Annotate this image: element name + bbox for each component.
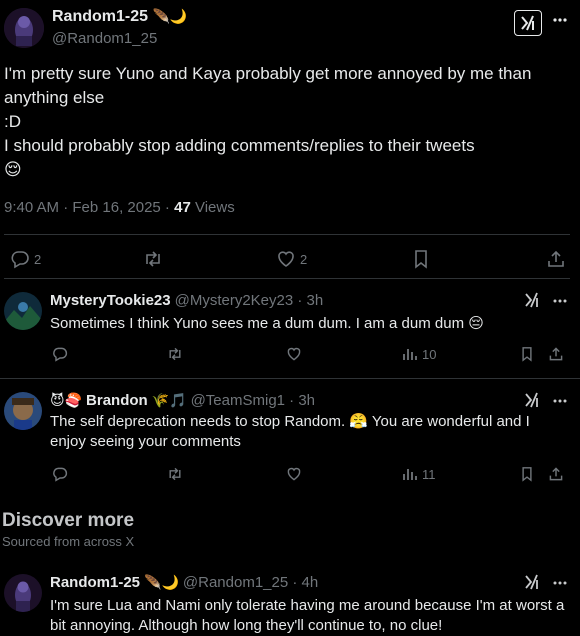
more-options-icon[interactable] <box>552 394 568 408</box>
tweet-timestamp[interactable]: 9:40 AM · Feb 16, 2025 · <box>4 199 174 216</box>
reply-tweet[interactable]: MysteryTookie23 @Mystery2Key23 · 3h Some… <box>0 288 580 378</box>
share-button[interactable] <box>548 346 564 362</box>
divider <box>4 278 570 279</box>
repost-icon <box>169 467 181 481</box>
views-label: Views <box>190 199 235 216</box>
views-button[interactable]: 11 <box>402 466 436 482</box>
avatar[interactable] <box>4 574 42 612</box>
reply-header: Random1-25 🪶🌙 @Random1_25 · 4h <box>50 574 318 591</box>
heart-icon <box>287 467 301 481</box>
avatar[interactable] <box>4 8 44 48</box>
grok-icon[interactable] <box>524 392 540 408</box>
name-emoji: 🪶🌙 <box>152 8 188 24</box>
avatar[interactable] <box>4 292 42 330</box>
author-handle-time[interactable]: @Mystery2Key23 · 3h <box>175 292 324 309</box>
avatar[interactable] <box>4 392 42 430</box>
share-button[interactable] <box>546 249 566 269</box>
more-options-icon[interactable] <box>552 576 568 590</box>
bookmark-icon <box>522 467 532 482</box>
repost-button[interactable] <box>142 249 164 269</box>
tweet-metadata: 9:40 AM · Feb 16, 2025 · 47 Views <box>4 199 235 216</box>
like-button[interactable]: 2 <box>276 249 307 269</box>
reply-button[interactable] <box>52 346 68 362</box>
main-action-bar: 2 2 <box>0 245 580 273</box>
repost-icon <box>169 347 181 361</box>
divider <box>0 378 580 379</box>
like-button[interactable] <box>286 346 302 362</box>
repost-button[interactable] <box>166 466 184 482</box>
author-name[interactable]: Brandon <box>86 392 148 409</box>
more-options-icon[interactable] <box>552 12 568 28</box>
views-count: 47 <box>174 199 191 216</box>
tweet-text: I'm pretty sure Yuno and Kaya probably g… <box>4 64 532 179</box>
bookmark-button[interactable] <box>520 466 534 482</box>
reply-button[interactable] <box>52 466 68 482</box>
author-name[interactable]: MysteryTookie23 <box>50 292 171 309</box>
reply-action-bar: 10 <box>0 346 580 366</box>
reply-header: 😈🍣 Brandon 🌾🎵 @TeamSmig1 · 3h <box>50 392 315 409</box>
bookmark-icon <box>522 347 532 362</box>
analytics-icon <box>403 469 417 480</box>
bookmark-button[interactable] <box>520 346 534 362</box>
analytics-icon <box>403 349 417 360</box>
grok-icon[interactable] <box>524 292 540 308</box>
share-button[interactable] <box>548 466 564 482</box>
repost-icon <box>146 251 160 267</box>
heart-icon <box>287 347 301 361</box>
author-name[interactable]: Random1-25 <box>50 574 140 591</box>
name-emoji: 🪶🌙 <box>144 574 179 590</box>
bookmark-icon <box>415 250 427 269</box>
repost-button[interactable] <box>166 346 184 362</box>
name-suffix-emoji: 🌾🎵 <box>151 392 187 408</box>
share-icon <box>549 467 563 481</box>
share-icon <box>549 347 563 361</box>
reply-header: MysteryTookie23 @Mystery2Key23 · 3h <box>50 292 323 309</box>
discover-more-subtitle: Sourced from across X <box>2 534 135 549</box>
like-button[interactable] <box>286 466 302 482</box>
tweet-text: The self deprecation needs to stop Rando… <box>50 413 530 450</box>
more-options-icon[interactable] <box>552 294 568 308</box>
author-handle-time[interactable]: @Random1_25 · 4h <box>183 574 318 591</box>
grok-icon[interactable] <box>524 574 540 590</box>
discover-tweet[interactable]: Random1-25 🪶🌙 @Random1_25 · 4h I'm sure … <box>0 570 580 635</box>
tweet-text: I'm sure Lua and Nami only tolerate havi… <box>50 597 565 634</box>
views-button[interactable]: 10 <box>402 346 436 362</box>
name-prefix-emoji: 😈🍣 <box>50 392 83 408</box>
author-name[interactable]: Random1-25 🪶🌙 <box>52 8 187 26</box>
reply-tweet[interactable]: 😈🍣 Brandon 🌾🎵 @TeamSmig1 · 3h The self d… <box>0 388 580 498</box>
reply-action-bar: 11 <box>0 466 580 486</box>
reply-button[interactable]: 2 <box>10 249 41 269</box>
grok-icon[interactable] <box>514 10 542 36</box>
divider <box>4 234 570 235</box>
reply-icon <box>11 251 29 269</box>
share-icon <box>548 250 564 267</box>
tweet-text: Sometimes I think Yuno sees me a dum dum… <box>50 315 484 332</box>
author-handle-time[interactable]: @TeamSmig1 · 3h <box>191 392 315 409</box>
discover-more-heading: Discover more <box>2 510 135 531</box>
reply-icon <box>53 467 68 482</box>
bookmark-button[interactable] <box>412 249 430 269</box>
author-handle[interactable]: @Random1_25 <box>52 30 157 47</box>
reply-icon <box>53 347 68 362</box>
heart-icon <box>278 251 294 267</box>
